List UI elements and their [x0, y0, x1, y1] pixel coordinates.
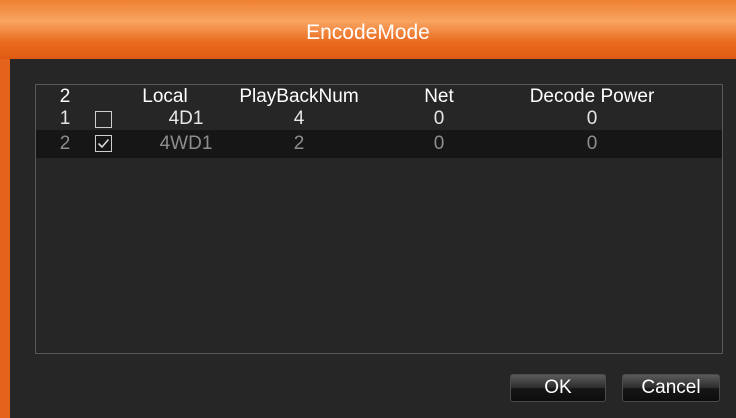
row-checkbox-checked[interactable]	[95, 135, 112, 152]
row-index: 2	[59, 133, 71, 154]
encode-mode-list: 2 Local PlayBackNum Net Decode Power 1 4…	[35, 84, 723, 354]
table-row[interactable]: 1 4D1 4 0 0	[36, 108, 722, 130]
cancel-button[interactable]: Cancel	[622, 374, 720, 402]
row-playback-num: 4	[293, 108, 305, 129]
row-net: 0	[433, 108, 445, 129]
encode-mode-dialog: EncodeMode 2 Local PlayBackNum Net Decod…	[0, 0, 736, 418]
title-bar: EncodeMode	[0, 0, 736, 59]
header-decode-power: Decode Power	[529, 86, 655, 107]
checkmark-icon	[97, 138, 110, 149]
row-local: 4D1	[168, 108, 204, 129]
header-playback-num: PlayBackNum	[239, 86, 359, 107]
row-playback-num: 2	[293, 133, 305, 154]
header-net: Net	[424, 86, 454, 107]
row-index: 1	[59, 108, 71, 129]
row-checkbox[interactable]	[95, 111, 112, 128]
dialog-title: EncodeMode	[306, 21, 430, 44]
header-index: 2	[59, 86, 71, 107]
ok-button[interactable]: OK	[510, 374, 606, 402]
left-accent-border	[0, 59, 10, 418]
row-decode-power: 0	[586, 133, 598, 154]
table-row-selected[interactable]: 2 4WD1 2 0 0	[36, 130, 722, 158]
row-net: 0	[433, 133, 445, 154]
header-local: Local	[142, 86, 188, 107]
table-header: 2 Local PlayBackNum Net Decode Power	[36, 86, 722, 108]
row-local: 4WD1	[159, 133, 213, 154]
row-decode-power: 0	[586, 108, 598, 129]
